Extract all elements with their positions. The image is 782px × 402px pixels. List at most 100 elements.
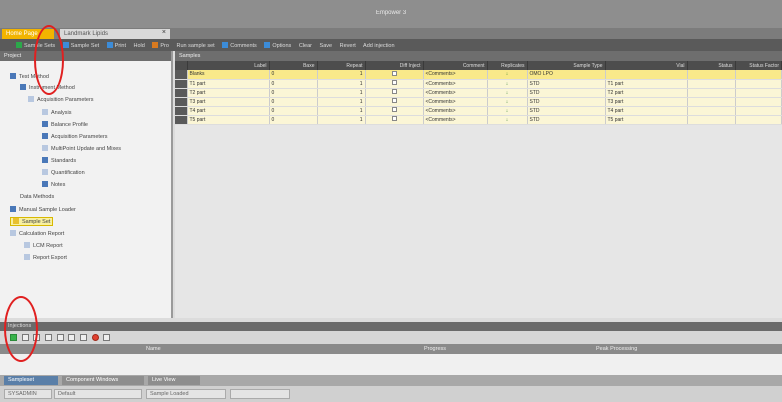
hold-button[interactable]: Hold	[134, 43, 145, 49]
run-icon[interactable]	[10, 334, 17, 341]
column-header[interactable]: Status Factor	[735, 61, 782, 70]
cell-download[interactable]: ↓	[487, 79, 528, 89]
settings-icon[interactable]	[103, 334, 111, 341]
cell-baxe[interactable]: 0	[269, 97, 318, 107]
column-header[interactable]: Baxe	[269, 61, 318, 70]
column-header[interactable]: Sample Type	[527, 61, 606, 70]
cell-diff-inject[interactable]	[365, 106, 424, 116]
cell-download[interactable]: ↓	[487, 106, 528, 116]
stop-icon[interactable]	[21, 334, 29, 341]
cell-vial[interactable]: T3 part	[605, 97, 688, 107]
checkbox[interactable]	[391, 98, 397, 103]
cell-status-factor[interactable]	[735, 97, 782, 107]
cell-sample-type[interactable]: STD	[527, 106, 606, 116]
cell-diff-inject[interactable]	[365, 88, 424, 98]
tree-item-lcm-report[interactable]: LCM Report	[24, 242, 63, 249]
column-header[interactable]: Name	[146, 346, 161, 352]
cell-baxe[interactable]: 0	[269, 115, 318, 125]
cell-baxe[interactable]: 0	[269, 79, 318, 89]
cell-status[interactable]	[687, 97, 736, 107]
cell-status-factor[interactable]	[735, 88, 782, 98]
pause-icon[interactable]	[33, 334, 41, 341]
cell-diff-inject[interactable]	[365, 79, 424, 89]
clear-button[interactable]: Clear	[299, 43, 312, 49]
cell-sample-type[interactable]: OMO LPO	[527, 70, 606, 80]
cell-status[interactable]	[687, 115, 736, 125]
table-row[interactable]: T2 part 0 1 <Comments> ↓ STD T2 part	[175, 88, 782, 98]
checkbox[interactable]	[391, 89, 397, 94]
cell-repeat[interactable]: 1	[317, 97, 366, 107]
row-selector[interactable]	[175, 115, 188, 125]
column-header[interactable]: Vial	[605, 61, 688, 70]
cell-sample-type[interactable]: STD	[527, 88, 606, 98]
cell-label[interactable]: T5 part	[187, 115, 270, 125]
skip-icon[interactable]	[68, 334, 76, 341]
cell-label[interactable]: T2 part	[187, 88, 270, 98]
cell-baxe[interactable]: 0	[269, 88, 318, 98]
cell-download[interactable]: ↓	[487, 70, 528, 80]
revert-button[interactable]: Revert	[340, 43, 356, 49]
tab-sampleset[interactable]: Sampleset	[4, 376, 58, 385]
options-button[interactable]: Options	[264, 42, 291, 49]
tree-item-calculation-report[interactable]: Calculation Report	[10, 230, 64, 237]
cell-baxe[interactable]: 0	[269, 106, 318, 116]
tab-live-view[interactable]: Live View	[148, 376, 200, 385]
abort-icon[interactable]	[91, 334, 99, 341]
cell-status-factor[interactable]	[735, 106, 782, 116]
tree-item-sample-set[interactable]: Sample Set	[10, 217, 54, 226]
cell-vial[interactable]	[605, 70, 688, 80]
cell-download[interactable]: ↓	[487, 115, 528, 125]
table-row[interactable]: T1 part 0 1 <Comments> ↓ STD T1 part	[175, 79, 782, 89]
cell-status[interactable]	[687, 106, 736, 116]
cell-vial[interactable]: T5 part	[605, 115, 688, 125]
cell-status[interactable]	[687, 88, 736, 98]
print-button[interactable]: Print	[106, 42, 126, 49]
row-selector[interactable]	[175, 106, 188, 116]
column-header[interactable]: Diff Inject	[365, 61, 424, 70]
checkbox[interactable]	[391, 70, 397, 76]
tree-item-report-export[interactable]: Report Export	[24, 254, 67, 261]
tab-landmark[interactable]: Landmark Lipids ×	[60, 29, 170, 39]
checkbox[interactable]	[391, 107, 397, 112]
column-header[interactable]: Progress	[424, 346, 446, 352]
row-selector[interactable]	[175, 88, 188, 98]
tree-item-manual-sample-loader[interactable]: Manual Sample Loader	[10, 206, 76, 213]
cell-comment[interactable]: <Comments>	[423, 70, 488, 80]
cell-diff-inject[interactable]	[365, 97, 424, 107]
cell-label[interactable]: T1 part	[187, 79, 270, 89]
tab-home-page[interactable]: Home Page	[2, 29, 54, 39]
sample-set-button[interactable]: Sample Set	[62, 42, 99, 49]
tree-item-multipoint[interactable]: MultiPoint Update and Mixes	[42, 145, 121, 152]
cell-vial[interactable]: T4 part	[605, 106, 688, 116]
comments-button[interactable]: Comments	[222, 42, 257, 49]
tab-component-windows[interactable]: Component Windows	[62, 376, 144, 385]
cell-comment[interactable]: <Comments>	[423, 79, 488, 89]
column-header[interactable]: Repeat	[317, 61, 366, 70]
row-selector[interactable]	[175, 97, 188, 107]
cell-label[interactable]: T3 part	[187, 97, 270, 107]
new-sample-set-button[interactable]: Sample Sets	[16, 42, 55, 49]
column-header[interactable]: Label	[187, 61, 270, 70]
cell-diff-inject[interactable]	[365, 115, 424, 125]
cell-status[interactable]	[687, 79, 736, 89]
row-selector[interactable]	[175, 70, 188, 80]
table-row[interactable]: T5 part 0 1 <Comments> ↓ STD T5 part	[175, 115, 782, 125]
cell-repeat[interactable]: 1	[317, 106, 366, 116]
tree-item-notes[interactable]: Notes	[42, 181, 65, 188]
cell-vial[interactable]: T1 part	[605, 79, 688, 89]
tree-item-standards[interactable]: Standards	[42, 157, 76, 164]
column-header[interactable]: Replicates	[487, 61, 528, 70]
tree-item-data-methods[interactable]: Data Methods	[20, 194, 54, 200]
cell-comment[interactable]: <Comments>	[423, 115, 488, 125]
cell-download[interactable]: ↓	[487, 97, 528, 107]
cell-repeat[interactable]: 1	[317, 88, 366, 98]
cell-label[interactable]: T4 part	[187, 106, 270, 116]
column-header[interactable]: Status	[687, 61, 736, 70]
cell-download[interactable]: ↓	[487, 88, 528, 98]
cell-repeat[interactable]: 1	[317, 70, 366, 80]
cell-sample-type[interactable]: STD	[527, 97, 606, 107]
cell-vial[interactable]: T2 part	[605, 88, 688, 98]
cell-repeat[interactable]: 1	[317, 115, 366, 125]
save-button[interactable]: Save	[320, 43, 333, 49]
up-arrow-icon[interactable]	[45, 334, 53, 341]
